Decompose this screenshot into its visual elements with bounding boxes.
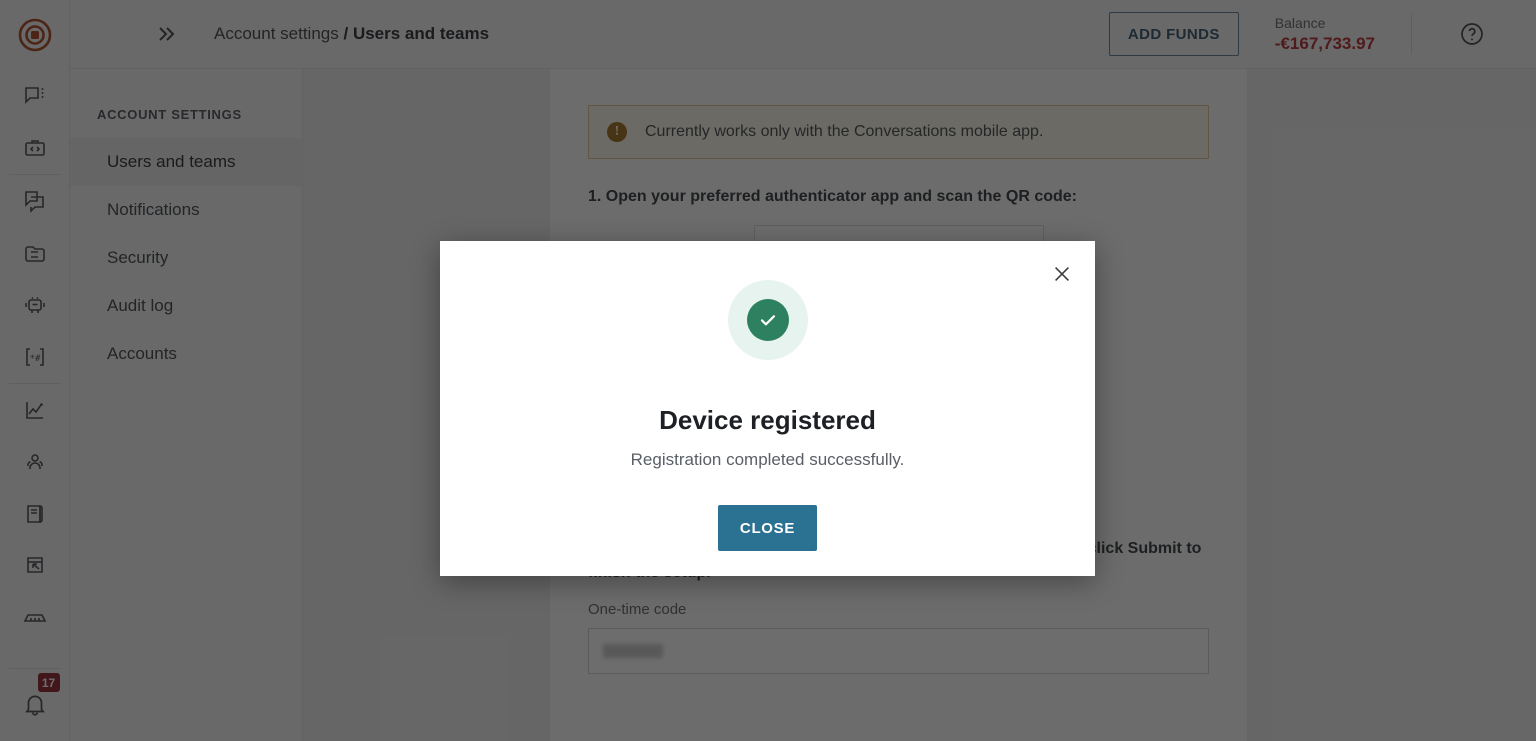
device-registered-dialog: Device registered Registration completed… (440, 241, 1095, 576)
close-dialog-button[interactable] (1043, 255, 1081, 293)
success-badge (727, 280, 808, 360)
dialog-close-button[interactable]: CLOSE (717, 505, 818, 551)
check-mark-icon (760, 315, 775, 326)
close-icon (1055, 267, 1069, 281)
check-circle-icon (746, 299, 789, 341)
dialog-subtitle: Registration completed successfully. (630, 450, 905, 469)
dialog-title: Device registered (659, 405, 876, 435)
